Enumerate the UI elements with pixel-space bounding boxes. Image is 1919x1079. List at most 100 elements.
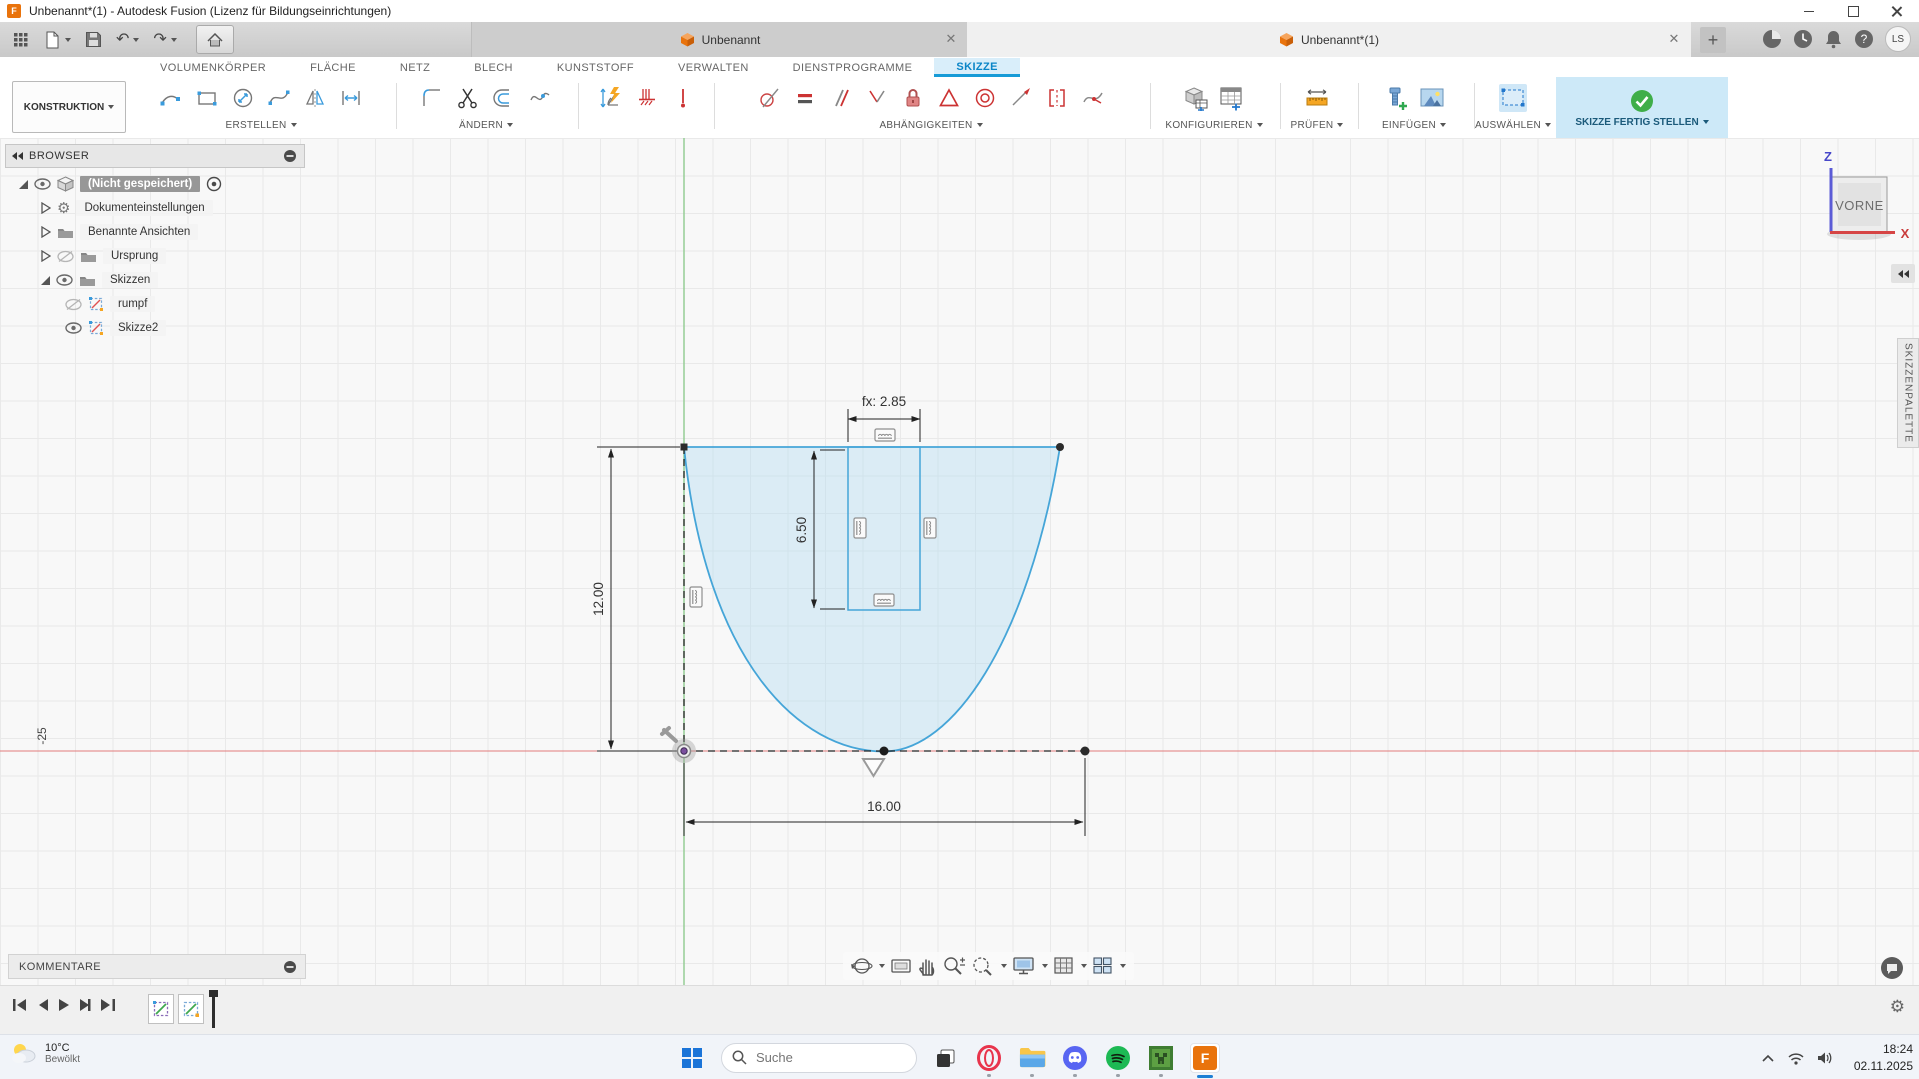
dimension-badge[interactable] — [924, 518, 936, 538]
browser-display-settings-icon[interactable] — [283, 149, 297, 163]
expanded-icon[interactable] — [19, 180, 28, 189]
volume-icon[interactable] — [1817, 1051, 1834, 1065]
tab-flaeche[interactable]: FLÄCHE — [288, 59, 378, 77]
dimension-badge[interactable] — [690, 587, 702, 607]
home-button[interactable] — [196, 25, 234, 54]
display-settings-tool[interactable] — [1012, 956, 1048, 976]
browser-row-sketch-skizze2[interactable]: Skizze2 — [5, 316, 305, 340]
opera-browser-icon[interactable] — [975, 1044, 1003, 1072]
dimension-badge[interactable] — [875, 429, 895, 441]
collapse-browser-icon[interactable] — [12, 152, 23, 160]
timeline-feature-sketch-1[interactable] — [148, 994, 174, 1024]
collapsed-icon[interactable] — [41, 226, 51, 238]
active-document-radio-icon[interactable] — [206, 176, 222, 192]
measure-tool-icon[interactable] — [1303, 84, 1331, 112]
tab-blech[interactable]: BLECH — [452, 59, 535, 77]
sketch-scale-tool-icon[interactable] — [597, 84, 625, 112]
fix-constraint-icon[interactable] — [633, 84, 661, 112]
app-grid-menu-icon[interactable] — [13, 32, 29, 48]
look-at-tool[interactable] — [890, 956, 912, 976]
sketch-point[interactable] — [681, 444, 688, 451]
browser-item-label[interactable]: Skizze2 — [110, 320, 166, 336]
collapsed-icon[interactable] — [41, 250, 51, 262]
go-to-start-button[interactable] — [12, 998, 28, 1012]
erstellen-group-dropdown[interactable]: ERSTELLEN — [225, 117, 296, 133]
weather-widget[interactable]: 10°C Bewölkt — [10, 1040, 80, 1066]
tab-close-icon[interactable]: ✕ — [1667, 32, 1681, 46]
spotify-icon[interactable] — [1104, 1044, 1132, 1072]
dimension-fx[interactable]: fx: 2.85 — [862, 394, 906, 409]
project-curve-tool-icon[interactable] — [526, 84, 554, 112]
vertex-constraint-icon[interactable] — [863, 759, 884, 776]
browser-item-label[interactable]: rumpf — [110, 296, 155, 312]
grid-settings-tool[interactable] — [1053, 956, 1087, 976]
konstruktion-dropdown[interactable]: KONSTRUKTION — [12, 81, 126, 133]
sketch-palette-tab[interactable]: SKIZZENPALETTE — [1897, 338, 1919, 448]
tab-close-icon[interactable]: ✕ — [944, 32, 958, 46]
job-status-clock-icon[interactable] — [1793, 29, 1813, 49]
browser-row-sketches[interactable]: Skizzen — [5, 268, 305, 292]
circle-tool-icon[interactable] — [229, 84, 257, 112]
konfigurieren-group-dropdown[interactable]: KONFIGURIEREN — [1165, 117, 1262, 133]
task-view-button[interactable] — [932, 1044, 960, 1072]
timeline-feature-sketch-2[interactable] — [178, 994, 204, 1024]
file-explorer-icon[interactable] — [1018, 1044, 1046, 1072]
browser-row-named-views[interactable]: Benannte Ansichten — [5, 220, 305, 244]
browser-item-label[interactable]: Benannte Ansichten — [80, 224, 198, 240]
file-menu-icon[interactable] — [43, 31, 71, 49]
zoom-tool[interactable] — [942, 955, 966, 977]
aendern-group-dropdown[interactable]: ÄNDERN — [459, 117, 513, 133]
search-input[interactable] — [754, 1049, 888, 1066]
step-back-button[interactable] — [37, 998, 49, 1012]
browser-item-label[interactable]: Skizzen — [102, 272, 158, 288]
browser-item-label[interactable]: Ursprung — [103, 248, 166, 264]
help-icon[interactable]: ? — [1854, 29, 1874, 49]
symmetry-constraint-icon[interactable] — [1043, 84, 1071, 112]
step-forward-button[interactable] — [79, 998, 91, 1012]
timeline-gear-icon[interactable]: ⚙ — [1890, 998, 1905, 1015]
browser-row-origin[interactable]: Ursprung — [5, 244, 305, 268]
notifications-bell-icon[interactable] — [1824, 29, 1843, 49]
visibility-off-eye-icon[interactable] — [57, 250, 74, 263]
taskbar-search[interactable] — [721, 1043, 917, 1073]
start-button[interactable] — [678, 1044, 706, 1072]
auswaehlen-group-dropdown[interactable]: AUSWÄHLEN — [1475, 117, 1551, 133]
clock-widget[interactable]: 18:24 02.11.2025 — [1854, 1041, 1913, 1073]
network-icon[interactable] — [1787, 1051, 1805, 1065]
orbit-tool[interactable] — [851, 955, 885, 977]
abhaengigkeiten-group-dropdown[interactable]: ABHÄNGIGKEITEN — [879, 117, 982, 133]
sketch-point-vertex[interactable] — [880, 747, 889, 756]
extensions-icon[interactable] — [1762, 29, 1782, 49]
visibility-eye-icon[interactable] — [65, 322, 82, 334]
perpendicular-constraint-icon[interactable] — [863, 84, 891, 112]
undo-icon[interactable]: ↶ — [116, 32, 139, 48]
configuration-table-icon[interactable] — [1218, 84, 1246, 112]
go-to-end-button[interactable] — [100, 998, 116, 1012]
equal-constraint-icon[interactable] — [791, 84, 819, 112]
concentric-constraint-icon[interactable] — [971, 84, 999, 112]
rectangle-tool-icon[interactable] — [193, 84, 221, 112]
mirror-tool-icon[interactable] — [301, 84, 329, 112]
dimension-width[interactable]: 16.00 — [867, 799, 901, 814]
minecraft-icon[interactable] — [1147, 1044, 1175, 1072]
sketch-dimension-tool-icon[interactable] — [337, 84, 365, 112]
browser-item-label[interactable]: Dokumenteinstellungen — [76, 200, 212, 216]
timeline-playhead[interactable] — [212, 990, 215, 1028]
browser-row-sketch-rumpf[interactable]: rumpf — [5, 292, 305, 316]
fillet-tool-icon[interactable] — [418, 84, 446, 112]
tab-volumenkoerper[interactable]: VOLUMENKÖRPER — [138, 59, 288, 77]
offset-tool-icon[interactable] — [490, 84, 518, 112]
comments-panel-header[interactable]: KOMMENTARE — [8, 954, 306, 979]
visibility-off-eye-icon[interactable] — [65, 298, 82, 311]
new-tab-button[interactable]: + — [1700, 27, 1726, 53]
insert-fastener-icon[interactable] — [1382, 84, 1410, 112]
parabola-profile[interactable] — [684, 447, 1060, 752]
pruefen-group-dropdown[interactable]: PRÜFEN — [1291, 117, 1344, 133]
trim-tool-icon[interactable] — [454, 84, 482, 112]
expanded-icon[interactable] — [41, 276, 50, 285]
document-tab-unbenannt-1[interactable]: Unbenannt*(1) ✕ — [967, 22, 1691, 57]
lock-constraint-icon[interactable] — [899, 84, 927, 112]
collapse-right-panel-button[interactable] — [1891, 264, 1915, 283]
configure-feature-icon[interactable] — [1182, 84, 1210, 112]
origin-point[interactable] — [662, 728, 696, 763]
